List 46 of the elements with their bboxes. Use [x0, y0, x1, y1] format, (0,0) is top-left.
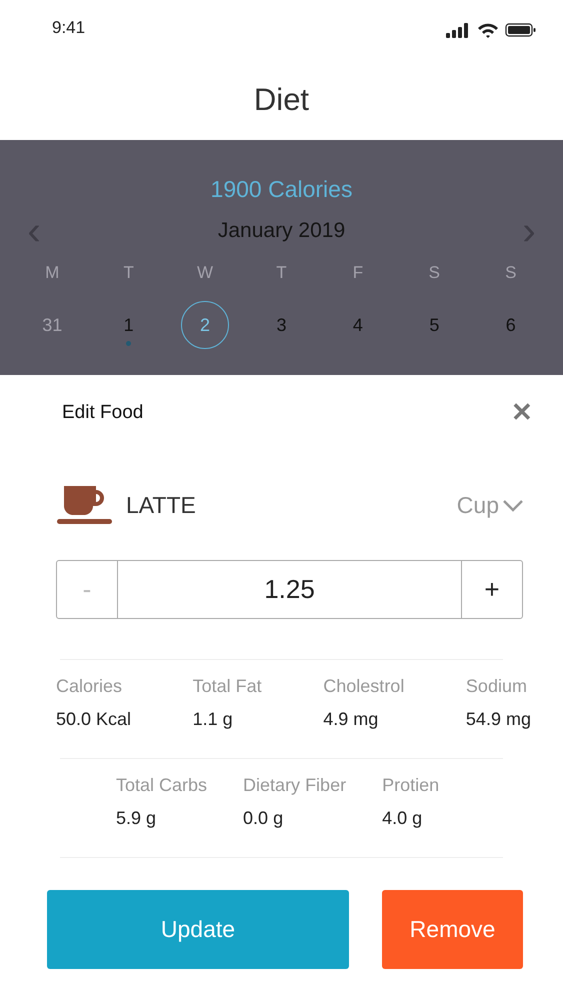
nutrient-value: 50.0 Kcal	[56, 709, 132, 730]
nutrient-label: Cholestrol	[323, 676, 404, 697]
weekday-label: T	[123, 263, 134, 283]
coffee-cup-icon	[56, 484, 114, 526]
chevron-down-icon	[501, 497, 525, 513]
month-label: January 2019	[218, 219, 346, 243]
nutrient-label: Total Carbs	[116, 775, 208, 796]
calendar-day[interactable]: 4	[334, 301, 382, 349]
nutrient-label: Protien	[382, 775, 440, 796]
nutrient-value: 4.9 mg	[323, 709, 378, 730]
signal-icon	[445, 22, 471, 38]
calendar-day[interactable]: 6	[486, 301, 535, 349]
calendar-day[interactable]: 1	[104, 301, 153, 349]
nutrient-label: Calories	[56, 676, 122, 697]
calorie-total: 1900 Calories	[210, 176, 352, 203]
nutrient-value: 0.0 g	[243, 808, 284, 829]
food-name: LATTE	[126, 492, 197, 518]
nutrient-label: Total Fat	[192, 676, 262, 697]
status-time: 9:41	[52, 18, 86, 38]
sheet-title: Edit Food	[62, 402, 144, 424]
weekday-label: M	[45, 263, 60, 283]
update-button[interactable]: Update	[47, 890, 349, 969]
nutrient-value: 4.0 g	[382, 808, 422, 829]
wifi-icon	[477, 22, 499, 38]
weekday-label: S	[505, 263, 516, 283]
battery-icon	[505, 22, 537, 38]
calendar-day[interactable]: 2	[181, 301, 230, 349]
nutrient-value: 1.1 g	[192, 709, 233, 730]
remove-button[interactable]: Remove	[382, 890, 523, 969]
nutrient-label: Sodium	[466, 676, 527, 697]
calendar-day[interactable]: 3	[257, 301, 306, 349]
previous-month-button[interactable]: ‹	[22, 213, 46, 249]
calendar-day[interactable]: 5	[410, 301, 458, 349]
unit-dropdown[interactable]: Cup	[456, 492, 525, 518]
nutrient-value: 5.9 g	[116, 808, 156, 829]
close-button[interactable]: ✕	[511, 397, 533, 428]
weekday-label: F	[352, 263, 364, 283]
weekday-label: W	[197, 263, 214, 283]
next-month-button[interactable]: ›	[516, 213, 541, 249]
weekday-label: S	[428, 263, 440, 283]
nutrient-label: Dietary Fiber	[243, 775, 346, 796]
page-title: Diet	[254, 82, 310, 118]
increment-button[interactable]: +	[462, 561, 522, 618]
nutrient-value: 54.9 mg	[466, 709, 531, 730]
calendar-day[interactable]: 31	[28, 301, 76, 349]
weekday-label: T	[276, 263, 287, 283]
